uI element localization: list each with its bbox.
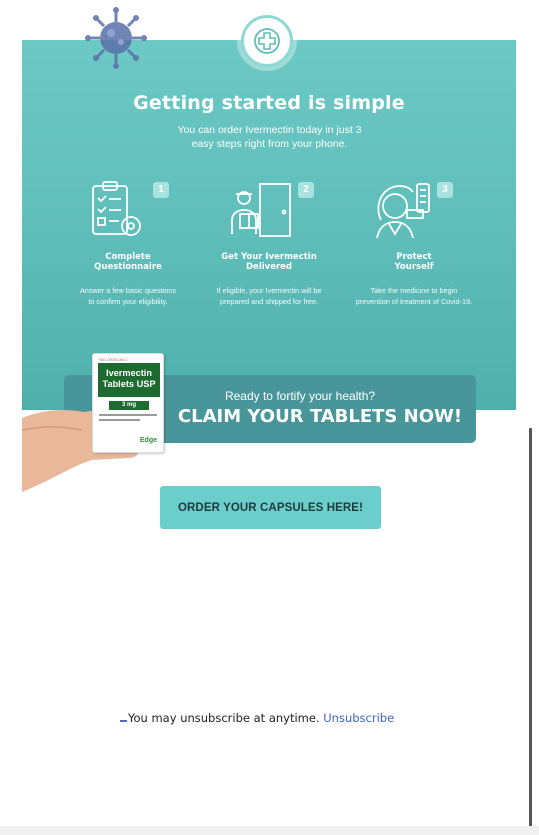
text-cursor-mark [120,720,127,722]
step-1-description: Answer a few basic questions to confirm … [79,286,177,306]
hero-subtitle: You can order Ivermectin today in just 3… [177,124,362,150]
step-3-title: Protect Yourself [394,252,434,272]
step-2-description: If eligible, your Ivermectin will be pre… [216,286,322,306]
step-3: 3 Protect Yourself Take the medicine to … [339,178,489,307]
step-2-title: Get Your Ivermectin Delivered [221,252,317,272]
unsubscribe-link[interactable]: Unsubscribe [323,711,394,725]
unsubscribe-text: You may unsubscribe at anytime. [128,711,324,725]
clipboard-questionnaire-icon [92,181,141,236]
step-2-number-badge: 2 [298,182,314,198]
page-title: Getting started is simple [133,92,405,114]
step-1-title: Complete Questionnaire [94,252,162,272]
product-box-image: NDC 00000-000-0 Ivermectin Tablets USP 3… [92,353,164,453]
step-3-description: Take the medicine to begin prevention of… [355,286,473,306]
doctor-icon [376,183,430,239]
medical-cross-badge [241,15,293,67]
product-dose: 3 mg [109,401,149,410]
scrollbar[interactable] [529,428,532,832]
bottom-strip [0,826,539,835]
order-capsules-button[interactable]: ORDER YOUR CAPSULES HERE! [160,486,381,529]
step-2: 2 Get Your Ivermectin Delivered If eligi… [194,178,344,307]
delivery-man-icon [231,183,291,237]
step-1: 1 Complete Questionnaire Answer a few ba… [53,178,203,307]
cta-subtitle: Ready to fortify your health? [224,389,376,403]
medical-cross-icon [254,28,280,54]
virus-icon [85,7,147,69]
cta-title[interactable]: CLAIM YOUR TABLETS NOW! [150,406,490,427]
email-page: Getting started is simple You can order … [0,0,539,835]
product-name: Ivermectin Tablets USP [98,363,160,397]
product-brand: Edge [139,437,157,444]
step-1-number-badge: 1 [153,182,169,198]
step-3-number-badge: 3 [437,182,453,198]
unsubscribe-notice: You may unsubscribe at anytime. Unsubscr… [120,711,460,725]
